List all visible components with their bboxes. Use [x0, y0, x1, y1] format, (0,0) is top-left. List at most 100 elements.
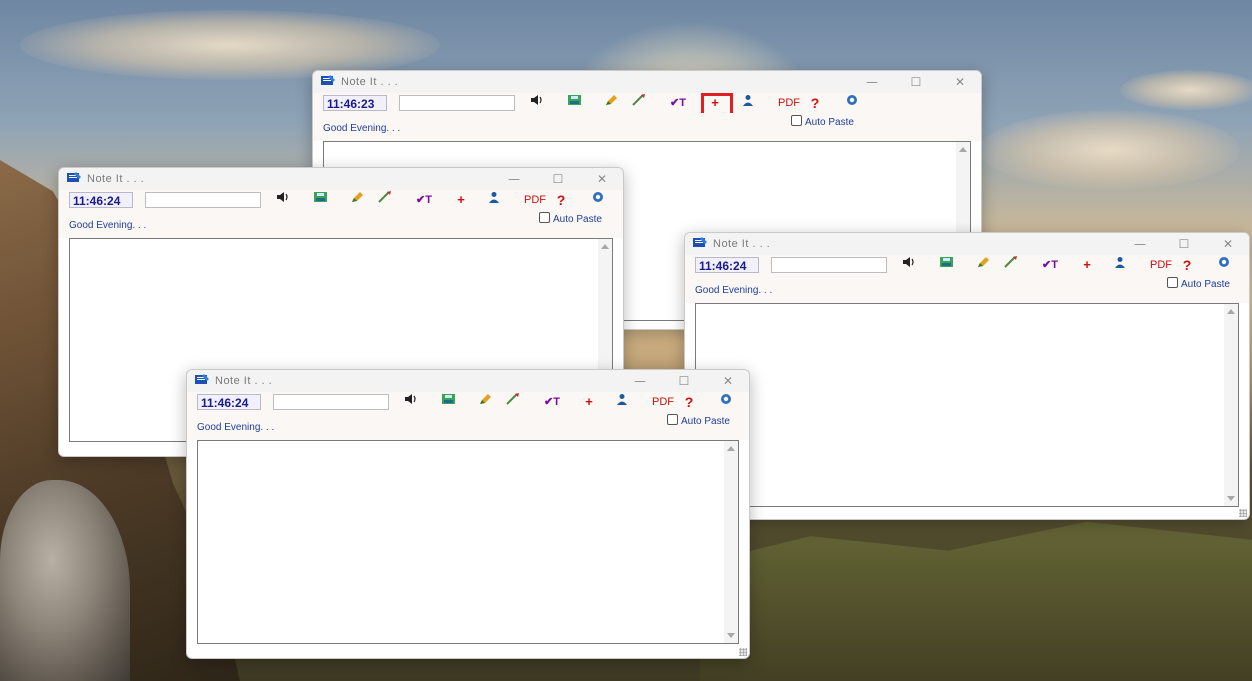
window-title: Note It . . .: [215, 375, 273, 387]
gear-icon[interactable]: [591, 191, 605, 209]
spellcheck-button[interactable]: ✔T: [1039, 256, 1061, 274]
checkbox-box[interactable]: [1167, 277, 1178, 288]
toolbar: 11:46:23 ✔T + PDF ?: [313, 93, 981, 113]
gear-icon[interactable]: [719, 393, 733, 411]
spellcheck-button[interactable]: ✔T: [667, 94, 689, 112]
note-app-icon: [195, 374, 209, 384]
user-icon[interactable]: [741, 94, 755, 112]
note-window-4[interactable]: Note It . . . — ☐ ✕ 11:46:24 ✔T + PDF ? …: [186, 369, 750, 659]
spellcheck-button[interactable]: ✔T: [541, 393, 563, 411]
close-button[interactable]: ✕: [945, 73, 975, 91]
minimize-button[interactable]: —: [1125, 235, 1155, 253]
save-icon[interactable]: [313, 191, 329, 209]
help-button[interactable]: ?: [555, 191, 567, 209]
new-note-button[interactable]: +: [455, 191, 467, 209]
pencil-icon[interactable]: [349, 191, 365, 209]
minimize-button[interactable]: —: [625, 372, 655, 390]
greeting-row: Good Evening. . . Auto Paste: [59, 210, 623, 238]
title-bar[interactable]: Note It . . . — ☐ ✕: [685, 233, 1249, 255]
window-title: Note It . . .: [87, 173, 145, 185]
checkbox-box[interactable]: [667, 414, 678, 425]
search-input[interactable]: [273, 394, 389, 410]
scroll-up-icon[interactable]: [959, 147, 967, 152]
scroll-up-icon[interactable]: [601, 244, 609, 249]
pen-icon[interactable]: [377, 191, 393, 209]
help-button[interactable]: ?: [1181, 256, 1193, 274]
cloud: [1120, 70, 1252, 110]
pen-icon[interactable]: [1003, 256, 1019, 274]
speaker-icon[interactable]: [901, 256, 917, 274]
clock-display: 11:46:24: [69, 192, 133, 208]
title-bar[interactable]: Note It . . . — ☐ ✕: [187, 370, 749, 392]
auto-paste-checkbox[interactable]: Auto Paste: [791, 115, 854, 128]
maximize-button[interactable]: ☐: [543, 170, 573, 188]
maximize-button[interactable]: ☐: [901, 73, 931, 91]
speaker-icon[interactable]: [403, 393, 419, 411]
title-bar[interactable]: Note It . . . — ☐ ✕: [59, 168, 623, 190]
greeting-label: Good Evening. . .: [323, 123, 401, 134]
scroll-down-icon[interactable]: [727, 633, 735, 638]
scrollbar[interactable]: [724, 441, 738, 643]
gear-icon[interactable]: [845, 94, 859, 112]
title-bar[interactable]: Note It . . . — ☐ ✕: [313, 71, 981, 93]
note-textarea[interactable]: [197, 440, 739, 644]
toolbar: 11:46:24 ✔T + PDF ?: [59, 190, 623, 210]
new-note-button[interactable]: +: [1081, 256, 1093, 274]
user-icon[interactable]: [615, 393, 629, 411]
search-input[interactable]: [145, 192, 261, 208]
save-icon[interactable]: [939, 256, 955, 274]
checkbox-box[interactable]: [539, 212, 550, 223]
save-icon[interactable]: [567, 94, 583, 112]
greeting-label: Good Evening. . .: [197, 422, 275, 433]
save-icon[interactable]: [441, 393, 457, 411]
scroll-down-icon[interactable]: [1227, 496, 1235, 501]
resize-grip[interactable]: [739, 648, 747, 656]
auto-paste-checkbox[interactable]: Auto Paste: [1167, 277, 1230, 290]
auto-paste-label: Auto Paste: [681, 416, 730, 427]
search-input[interactable]: [771, 257, 887, 273]
greeting-row: Good Evening. . . Auto Paste: [313, 113, 981, 141]
pencil-icon[interactable]: [603, 94, 619, 112]
auto-paste-checkbox[interactable]: Auto Paste: [667, 414, 730, 427]
close-button[interactable]: ✕: [1213, 235, 1243, 253]
scroll-up-icon[interactable]: [727, 446, 735, 451]
auto-paste-label: Auto Paste: [553, 214, 602, 225]
maximize-button[interactable]: ☐: [669, 372, 699, 390]
speaker-icon[interactable]: [275, 191, 291, 209]
pencil-icon[interactable]: [477, 393, 493, 411]
note-textarea[interactable]: [695, 303, 1239, 507]
checkbox-box[interactable]: [791, 115, 802, 126]
maximize-button[interactable]: ☐: [1169, 235, 1199, 253]
new-note-button[interactable]: +: [583, 393, 595, 411]
pdf-button[interactable]: PDF: [777, 94, 801, 112]
greeting-label: Good Evening. . .: [69, 220, 147, 231]
speaker-icon[interactable]: [529, 94, 545, 112]
user-icon[interactable]: [1113, 256, 1127, 274]
search-input[interactable]: [399, 95, 515, 111]
pencil-icon[interactable]: [975, 256, 991, 274]
pdf-button[interactable]: PDF: [523, 191, 547, 209]
scrollbar[interactable]: [1224, 304, 1238, 506]
greeting-label: Good Evening. . .: [695, 285, 773, 296]
help-button[interactable]: ?: [809, 94, 821, 112]
scroll-up-icon[interactable]: [1227, 309, 1235, 314]
pdf-button[interactable]: PDF: [1149, 256, 1173, 274]
minimize-button[interactable]: —: [857, 73, 887, 91]
toolbar: 11:46:24 ✔T + PDF ?: [187, 392, 749, 412]
pen-icon[interactable]: [631, 94, 647, 112]
gear-icon[interactable]: [1217, 256, 1231, 274]
spellcheck-button[interactable]: ✔T: [413, 191, 435, 209]
auto-paste-checkbox[interactable]: Auto Paste: [539, 212, 602, 225]
resize-grip[interactable]: [1239, 509, 1247, 517]
pdf-button[interactable]: PDF: [651, 393, 675, 411]
minimize-button[interactable]: —: [499, 170, 529, 188]
note-app-icon: [693, 237, 707, 247]
pen-icon[interactable]: [505, 393, 521, 411]
close-button[interactable]: ✕: [713, 372, 743, 390]
user-icon[interactable]: [487, 191, 501, 209]
note-window-3[interactable]: Note It . . . — ☐ ✕ 11:46:24 ✔T + PDF ? …: [684, 232, 1250, 520]
close-button[interactable]: ✕: [587, 170, 617, 188]
auto-paste-label: Auto Paste: [1181, 279, 1230, 290]
help-button[interactable]: ?: [683, 393, 695, 411]
greeting-row: Good Evening. . . Auto Paste: [685, 275, 1249, 303]
